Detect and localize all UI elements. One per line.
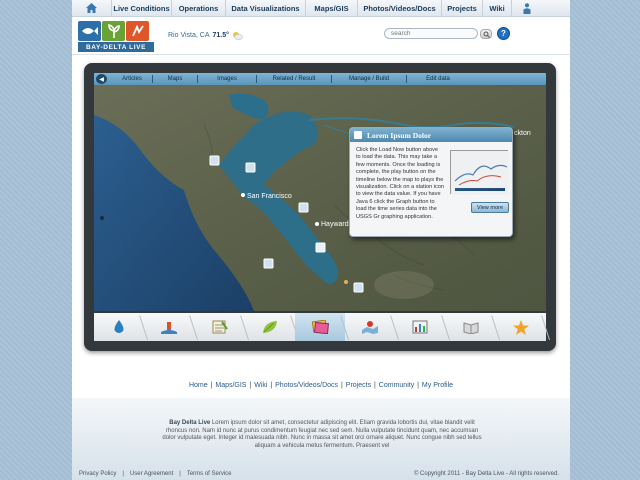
tool-buoy[interactable] — [144, 313, 194, 341]
station-marker[interactable] — [245, 162, 256, 173]
people-button[interactable] — [512, 0, 542, 17]
book-icon — [463, 322, 479, 334]
tool-layers[interactable] — [294, 313, 346, 341]
station-marker[interactable] — [298, 202, 309, 213]
search-button[interactable] — [480, 29, 492, 39]
bay-delta-live-logo[interactable]: BAY-DELTA LIVE — [78, 21, 154, 53]
tool-checklist[interactable] — [194, 313, 244, 341]
popup-title-text: Lorem Ipsum Dolor — [367, 130, 432, 140]
thumbnail-map-icon — [451, 151, 509, 195]
checklist-icon — [212, 320, 228, 334]
leaf-icon — [262, 321, 277, 333]
popup-title: Lorem Ipsum Dolor — [350, 128, 512, 142]
fish-logo-icon — [78, 21, 101, 41]
nav-live-conditions[interactable]: Live Conditions — [112, 0, 172, 17]
info-popup: Lorem Ipsum Dolor Click the Load Now but… — [349, 127, 513, 237]
layers-icon — [311, 320, 329, 334]
footer-link-wiki[interactable]: Wiki — [254, 382, 267, 389]
plant-logo-icon — [102, 21, 125, 41]
popup-body: Click the Load Now button above to load … — [356, 147, 444, 220]
subnav-manage-build[interactable]: Manage / Build — [332, 73, 406, 85]
privacy-policy-link[interactable]: Privacy Policy — [79, 471, 116, 477]
station-marker[interactable] — [209, 155, 220, 166]
chart-icon — [412, 320, 428, 334]
tool-book[interactable] — [446, 313, 496, 341]
copyright-text: © Copyright 2011 - Bay Delta Live - All … — [413, 471, 559, 477]
people-icon — [523, 2, 531, 14]
subnav-articles[interactable]: Articles — [112, 73, 152, 85]
footer-description: Bay Delta Live Lorem ipsum dolor sit ame… — [162, 420, 482, 450]
top-navigation: Live Conditions Operations Data Visualiz… — [72, 0, 570, 17]
partly-sunny-icon — [232, 32, 243, 40]
tool-chart[interactable] — [395, 313, 445, 341]
label-stockton: ckton — [514, 130, 531, 137]
footer-link-projects[interactable]: Projects — [346, 382, 371, 389]
view-more-button[interactable]: View more — [471, 202, 509, 213]
footer-link-my-profile[interactable]: My Profile — [422, 382, 453, 389]
subnav-related-result[interactable]: Related / Result — [257, 73, 331, 85]
home-button[interactable] — [72, 0, 112, 17]
station-marker[interactable] — [263, 258, 274, 269]
label-hayward: Hayward — [321, 221, 349, 228]
map-viewer: ◀ Articles Maps Images Related / Result … — [84, 63, 556, 351]
nav-operations[interactable]: Operations — [172, 0, 226, 17]
label-san-francisco: San Francisco — [247, 193, 292, 200]
help-button[interactable]: ? — [497, 27, 510, 40]
footer-brand: Bay Delta Live — [169, 420, 211, 426]
satellite-map[interactable]: San Francisco Hayward ckton Lorem Ipsum … — [94, 85, 546, 311]
station-marker[interactable] — [353, 282, 364, 293]
footer-bar: Privacy Policy | User Agreement | Terms of… — [79, 471, 559, 477]
logo-wordmark: BAY-DELTA LIVE — [78, 42, 154, 52]
weather-widget: Rio Vista, CA 71.5° — [168, 31, 243, 40]
weather-location: Rio Vista, CA — [168, 32, 210, 39]
subnav-images[interactable]: Images — [198, 73, 256, 85]
user-agreement-link[interactable]: User Agreement — [130, 471, 173, 477]
tool-map-pin[interactable] — [345, 313, 395, 341]
search-input[interactable] — [384, 28, 478, 39]
footer-link-maps-gis[interactable]: Maps/GIS — [215, 382, 246, 389]
nav-maps-gis[interactable]: Maps/GIS — [306, 0, 358, 17]
farm-logo-icon — [126, 21, 149, 41]
footer-link-photos-videos-docs[interactable]: Photos/Videos/Docs — [275, 382, 338, 389]
back-arrow-icon: ◀ — [99, 76, 104, 83]
tool-star[interactable] — [496, 313, 546, 341]
home-icon — [86, 3, 97, 13]
tool-leaf[interactable] — [245, 313, 295, 341]
nav-wiki[interactable]: Wiki — [483, 0, 512, 17]
footer-description-text: Lorem ipsum dolor sit amet, consectetur … — [162, 420, 482, 449]
footer-navigation: Home | Maps/GIS | Wiki | Photos/Videos/D… — [188, 382, 454, 389]
nav-photos-videos-docs[interactable]: Photos/Videos/Docs — [358, 0, 442, 17]
map-subnav: ◀ Articles Maps Images Related / Result … — [94, 73, 546, 85]
buoy-icon — [161, 322, 178, 334]
layer-toolbar — [94, 313, 546, 341]
visualization-thumbnail[interactable] — [450, 150, 509, 195]
back-button[interactable]: ◀ — [96, 74, 107, 84]
nav-data-visualizations[interactable]: Data Visualizations — [226, 0, 306, 17]
footer-link-community[interactable]: Community — [379, 382, 414, 389]
info-icon — [354, 131, 362, 139]
map-pin-icon — [362, 321, 379, 334]
subnav-edit-data[interactable]: Edit data — [407, 73, 469, 85]
search-icon — [483, 31, 490, 38]
page: Live Conditions Operations Data Visualiz… — [72, 0, 570, 480]
footer-link-home[interactable]: Home — [189, 382, 208, 389]
water-drop-icon — [114, 320, 124, 333]
weather-temperature: 71.5° — [212, 32, 229, 39]
terms-of-service-link[interactable]: Terms of Service — [187, 471, 232, 477]
nav-projects[interactable]: Projects — [442, 0, 483, 17]
star-icon — [512, 319, 529, 335]
site-header: BAY-DELTA LIVE Rio Vista, CA 71.5° ? — [72, 17, 570, 55]
subnav-maps[interactable]: Maps — [153, 73, 197, 85]
tool-water[interactable] — [94, 313, 144, 341]
station-marker[interactable] — [315, 242, 326, 253]
